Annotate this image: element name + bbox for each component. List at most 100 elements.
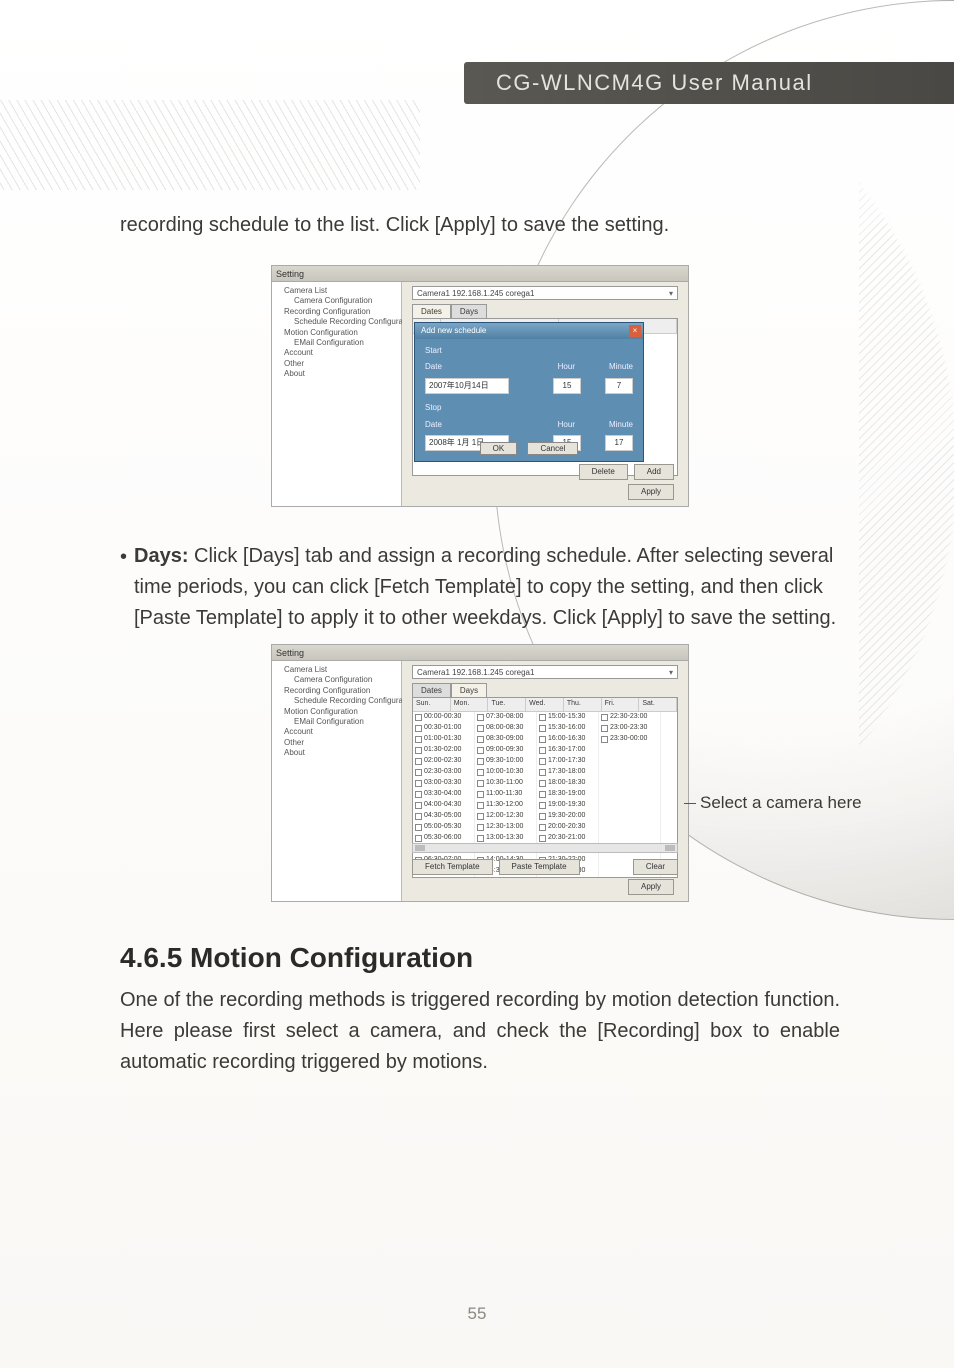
- tree-item[interactable]: Motion Configuration: [276, 328, 397, 338]
- time-slot-cell[interactable]: 04:30-05:00: [413, 811, 474, 822]
- tree-item[interactable]: Camera List: [276, 665, 397, 675]
- time-slot-cell[interactable]: 23:00-23:30: [599, 723, 660, 734]
- checkbox-icon[interactable]: [477, 769, 484, 776]
- time-slot-cell[interactable]: 17:00-17:30: [537, 756, 598, 767]
- tree-item[interactable]: Recording Configuration: [276, 307, 397, 317]
- checkbox-icon[interactable]: [477, 835, 484, 842]
- checkbox-icon[interactable]: [539, 769, 546, 776]
- tree-item[interactable]: Recording Configuration: [276, 686, 397, 696]
- time-slot-cell[interactable]: 00:00-00:30: [413, 712, 474, 723]
- time-slot-cell[interactable]: 19:00-19:30: [537, 800, 598, 811]
- checkbox-icon[interactable]: [477, 725, 484, 732]
- apply-button[interactable]: Apply: [628, 484, 674, 500]
- checkbox-icon[interactable]: [477, 714, 484, 721]
- time-slot-cell[interactable]: 19:30-20:00: [537, 811, 598, 822]
- checkbox-icon[interactable]: [415, 824, 422, 831]
- time-slot-cell[interactable]: 08:30-09:00: [475, 734, 536, 745]
- tree-item[interactable]: Other: [276, 738, 397, 748]
- tree-item[interactable]: Camera List: [276, 286, 397, 296]
- checkbox-icon[interactable]: [539, 736, 546, 743]
- tree-item[interactable]: Camera Configuration: [276, 675, 397, 685]
- tree-item[interactable]: About: [276, 748, 397, 758]
- checkbox-icon[interactable]: [601, 725, 608, 732]
- time-slot-cell[interactable]: 22:30-23:00: [599, 712, 660, 723]
- time-slot-cell[interactable]: 18:00-18:30: [537, 778, 598, 789]
- time-slot-cell[interactable]: 16:00-16:30: [537, 734, 598, 745]
- time-slot-cell[interactable]: 11:30-12:00: [475, 800, 536, 811]
- tree-item[interactable]: Schedule Recording Configuration: [276, 696, 397, 706]
- time-slot-cell[interactable]: 00:30-01:00: [413, 723, 474, 734]
- start-date-field[interactable]: 2007年10月14日: [425, 378, 509, 394]
- add-button[interactable]: Add: [634, 464, 674, 480]
- time-slot-cell[interactable]: 17:30-18:00: [537, 767, 598, 778]
- checkbox-icon[interactable]: [477, 813, 484, 820]
- tree-item[interactable]: Account: [276, 348, 397, 358]
- time-slot-cell[interactable]: 11:00-11:30: [475, 789, 536, 800]
- tree-item[interactable]: About: [276, 369, 397, 379]
- time-slot-cell[interactable]: 03:30-04:00: [413, 789, 474, 800]
- checkbox-icon[interactable]: [539, 802, 546, 809]
- delete-button[interactable]: Delete: [579, 464, 628, 480]
- fetch-template-button[interactable]: Fetch Template: [412, 859, 493, 875]
- checkbox-icon[interactable]: [415, 758, 422, 765]
- time-slot-cell[interactable]: 10:30-11:00: [475, 778, 536, 789]
- tree-item[interactable]: Account: [276, 727, 397, 737]
- checkbox-icon[interactable]: [539, 780, 546, 787]
- checkbox-icon[interactable]: [601, 736, 608, 743]
- checkbox-icon[interactable]: [415, 813, 422, 820]
- time-slot-cell[interactable]: 09:00-09:30: [475, 745, 536, 756]
- ok-button[interactable]: OK: [480, 442, 518, 455]
- time-slot-cell[interactable]: 04:00-04:30: [413, 800, 474, 811]
- time-slot-cell[interactable]: 15:30-16:00: [537, 723, 598, 734]
- camera-select[interactable]: Camera1 192.168.1.245 corega1: [412, 665, 678, 679]
- checkbox-icon[interactable]: [477, 736, 484, 743]
- time-slot-cell[interactable]: 01:00-01:30: [413, 734, 474, 745]
- checkbox-icon[interactable]: [477, 824, 484, 831]
- horizontal-scrollbar[interactable]: [412, 843, 678, 853]
- time-slot-cell[interactable]: 12:30-13:00: [475, 822, 536, 833]
- time-slot-cell[interactable]: 02:00-02:30: [413, 756, 474, 767]
- checkbox-icon[interactable]: [415, 747, 422, 754]
- checkbox-icon[interactable]: [601, 714, 608, 721]
- checkbox-icon[interactable]: [539, 725, 546, 732]
- checkbox-icon[interactable]: [539, 813, 546, 820]
- tree-item[interactable]: EMail Configuration: [276, 717, 397, 727]
- checkbox-icon[interactable]: [415, 725, 422, 732]
- time-slot-cell[interactable]: 10:00-10:30: [475, 767, 536, 778]
- start-hour-field[interactable]: 15: [553, 378, 581, 394]
- cancel-button[interactable]: Cancel: [527, 442, 578, 455]
- time-slot-cell[interactable]: 05:00-05:30: [413, 822, 474, 833]
- tree-item[interactable]: Camera Configuration: [276, 296, 397, 306]
- tree-item[interactable]: Schedule Recording Configuration: [276, 317, 397, 327]
- time-slot-cell[interactable]: 12:00-12:30: [475, 811, 536, 822]
- checkbox-icon[interactable]: [477, 802, 484, 809]
- paste-template-button[interactable]: Paste Template: [499, 859, 580, 875]
- checkbox-icon[interactable]: [415, 802, 422, 809]
- tree-item[interactable]: Other: [276, 359, 397, 369]
- checkbox-icon[interactable]: [415, 780, 422, 787]
- checkbox-icon[interactable]: [477, 791, 484, 798]
- checkbox-icon[interactable]: [415, 769, 422, 776]
- tree-item[interactable]: EMail Configuration: [276, 338, 397, 348]
- checkbox-icon[interactable]: [539, 835, 546, 842]
- checkbox-icon[interactable]: [415, 714, 422, 721]
- time-slot-cell[interactable]: 01:30-02:00: [413, 745, 474, 756]
- time-slot-cell[interactable]: 02:30-03:00: [413, 767, 474, 778]
- checkbox-icon[interactable]: [477, 780, 484, 787]
- tree-item[interactable]: Motion Configuration: [276, 707, 397, 717]
- time-slot-cell[interactable]: 18:30-19:00: [537, 789, 598, 800]
- time-slot-cell[interactable]: 20:00-20:30: [537, 822, 598, 833]
- close-icon[interactable]: ×: [629, 325, 641, 337]
- checkbox-icon[interactable]: [539, 758, 546, 765]
- time-slot-cell[interactable]: 15:00-15:30: [537, 712, 598, 723]
- checkbox-icon[interactable]: [415, 736, 422, 743]
- checkbox-icon[interactable]: [539, 714, 546, 721]
- checkbox-icon[interactable]: [415, 835, 422, 842]
- clear-button[interactable]: Clear: [633, 859, 678, 875]
- time-slot-cell[interactable]: 16:30-17:00: [537, 745, 598, 756]
- camera-select[interactable]: Camera1 192.168.1.245 corega1: [412, 286, 678, 300]
- time-slot-cell[interactable]: 08:00-08:30: [475, 723, 536, 734]
- time-slot-cell[interactable]: 03:00-03:30: [413, 778, 474, 789]
- time-slot-cell[interactable]: 09:30-10:00: [475, 756, 536, 767]
- apply-button[interactable]: Apply: [628, 879, 674, 895]
